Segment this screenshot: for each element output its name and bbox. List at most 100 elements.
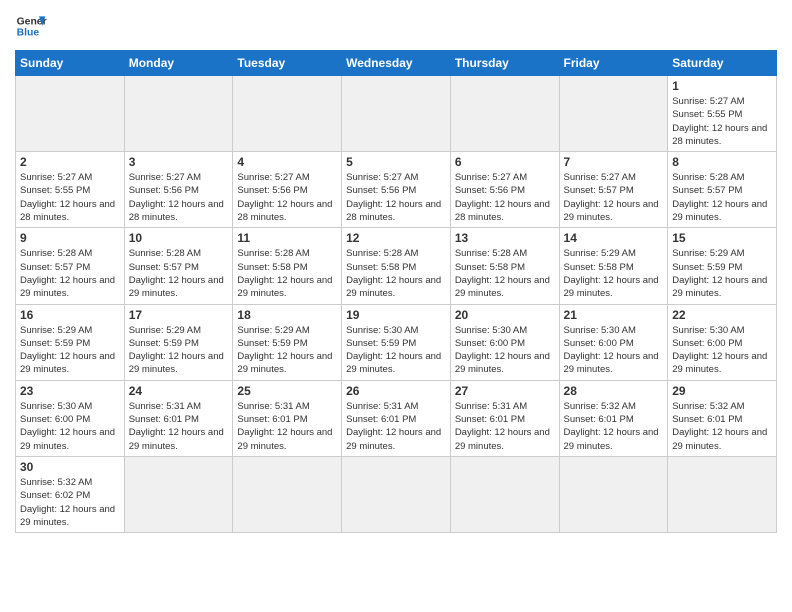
calendar-cell: 27 Sunrise: 5:31 AMSunset: 6:01 PMDayligh… xyxy=(450,380,559,456)
day-number: 16 xyxy=(20,308,120,322)
svg-text:Blue: Blue xyxy=(17,28,40,39)
calendar-cell: 18Sunrise: 5:29 AMSunset: 5:59 PMDayligh… xyxy=(233,304,342,380)
calendar-cell: 19Sunrise: 5:30 AMSunset: 5:59 PMDayligh… xyxy=(342,304,451,380)
day-info: Sunrise: 5:28 AMSunset: 5:58 PMDaylight:… xyxy=(237,247,337,300)
day-info: Sunrise: 5:31 AMSunset: 6:01 PMDaylight:… xyxy=(346,400,446,453)
day-number: 3 xyxy=(129,155,229,169)
day-number: 1 xyxy=(672,79,772,93)
calendar-cell: 12 Sunrise: 5:28 AMSunset: 5:58 PMDayligh… xyxy=(342,228,451,304)
day-info: Sunrise: 5:30 AMSunset: 6:00 PMDaylight:… xyxy=(564,324,664,377)
calendar-cell: 3 Sunrise: 5:27 AMSunset: 5:56 PMDaylight… xyxy=(124,152,233,228)
calendar-cell: 26 Sunrise: 5:31 AMSunset: 6:01 PMDayligh… xyxy=(342,380,451,456)
day-number: 24 xyxy=(129,384,229,398)
calendar-cell: 9Sunrise: 5:28 AMSunset: 5:57 PMDaylight… xyxy=(16,228,125,304)
calendar-cell xyxy=(124,456,233,532)
calendar-cell: 29 Sunrise: 5:32 AMSunset: 6:01 PMDayligh… xyxy=(668,380,777,456)
day-info: Sunrise: 5:30 AMSunset: 6:00 PMDaylight:… xyxy=(20,400,120,453)
header-sunday: Sunday xyxy=(16,51,125,76)
calendar-cell: 21 Sunrise: 5:30 AMSunset: 6:00 PMDayligh… xyxy=(559,304,668,380)
day-number: 23 xyxy=(20,384,120,398)
calendar-cell: 11 Sunrise: 5:28 AMSunset: 5:58 PMDayligh… xyxy=(233,228,342,304)
week-row-4: 16 Sunrise: 5:29 AMSunset: 5:59 PMDayligh… xyxy=(16,304,777,380)
calendar-cell xyxy=(668,456,777,532)
generalblue-logo-icon: General Blue xyxy=(15,10,47,42)
calendar-cell: 1Sunrise: 5:27 AMSunset: 5:55 PMDaylight… xyxy=(668,76,777,152)
calendar-cell: 13 Sunrise: 5:28 AMSunset: 5:58 PMDayligh… xyxy=(450,228,559,304)
day-number: 4 xyxy=(237,155,337,169)
day-number: 6 xyxy=(455,155,555,169)
day-info: Sunrise: 5:32 AMSunset: 6:01 PMDaylight:… xyxy=(672,400,772,453)
day-info: Sunrise: 5:28 AMSunset: 5:57 PMDaylight:… xyxy=(129,247,229,300)
day-number: 10 xyxy=(129,231,229,245)
day-info: Sunrise: 5:29 AMSunset: 5:59 PMDaylight:… xyxy=(672,247,772,300)
calendar-cell xyxy=(450,76,559,152)
week-row-2: 2Sunrise: 5:27 AMSunset: 5:55 PMDaylight… xyxy=(16,152,777,228)
header-wednesday: Wednesday xyxy=(342,51,451,76)
calendar-cell: 17 Sunrise: 5:29 AMSunset: 5:59 PMDayligh… xyxy=(124,304,233,380)
day-info: Sunrise: 5:30 AMSunset: 6:00 PMDaylight:… xyxy=(455,324,555,377)
day-number: 14 xyxy=(564,231,664,245)
day-number: 27 xyxy=(455,384,555,398)
day-info: Sunrise: 5:28 AMSunset: 5:58 PMDaylight:… xyxy=(455,247,555,300)
day-number: 13 xyxy=(455,231,555,245)
day-number: 21 xyxy=(564,308,664,322)
day-info: Sunrise: 5:29 AMSunset: 5:58 PMDaylight:… xyxy=(564,247,664,300)
day-number: 8 xyxy=(672,155,772,169)
day-info: Sunrise: 5:28 AMSunset: 5:57 PMDaylight:… xyxy=(20,247,120,300)
calendar-cell: 6 Sunrise: 5:27 AMSunset: 5:56 PMDaylight… xyxy=(450,152,559,228)
calendar-cell: 10 Sunrise: 5:28 AMSunset: 5:57 PMDayligh… xyxy=(124,228,233,304)
calendar-cell: 23 Sunrise: 5:30 AMSunset: 6:00 PMDayligh… xyxy=(16,380,125,456)
calendar-cell xyxy=(124,76,233,152)
day-number: 20 xyxy=(455,308,555,322)
calendar-table: SundayMondayTuesdayWednesdayThursdayFrid… xyxy=(15,50,777,533)
calendar-cell: 14 Sunrise: 5:29 AMSunset: 5:58 PMDayligh… xyxy=(559,228,668,304)
day-number: 29 xyxy=(672,384,772,398)
week-row-3: 9Sunrise: 5:28 AMSunset: 5:57 PMDaylight… xyxy=(16,228,777,304)
day-number: 5 xyxy=(346,155,446,169)
day-number: 17 xyxy=(129,308,229,322)
day-info: Sunrise: 5:29 AMSunset: 5:59 PMDaylight:… xyxy=(129,324,229,377)
day-info: Sunrise: 5:27 AMSunset: 5:56 PMDaylight:… xyxy=(129,171,229,224)
logo: General Blue xyxy=(15,10,47,42)
day-info: Sunrise: 5:31 AMSunset: 6:01 PMDaylight:… xyxy=(455,400,555,453)
header-thursday: Thursday xyxy=(450,51,559,76)
calendar-cell: 5Sunrise: 5:27 AMSunset: 5:56 PMDaylight… xyxy=(342,152,451,228)
day-info: Sunrise: 5:30 AMSunset: 5:59 PMDaylight:… xyxy=(346,324,446,377)
calendar-cell: 24Sunrise: 5:31 AMSunset: 6:01 PMDayligh… xyxy=(124,380,233,456)
week-row-6: 30 Sunrise: 5:32 AMSunset: 6:02 PMDayligh… xyxy=(16,456,777,532)
calendar-cell: 15 Sunrise: 5:29 AMSunset: 5:59 PMDayligh… xyxy=(668,228,777,304)
header-row: SundayMondayTuesdayWednesdayThursdayFrid… xyxy=(16,51,777,76)
day-number: 11 xyxy=(237,231,337,245)
day-info: Sunrise: 5:28 AMSunset: 5:58 PMDaylight:… xyxy=(346,247,446,300)
calendar-cell xyxy=(559,456,668,532)
header-saturday: Saturday xyxy=(668,51,777,76)
day-info: Sunrise: 5:27 AMSunset: 5:57 PMDaylight:… xyxy=(564,171,664,224)
day-info: Sunrise: 5:32 AMSunset: 6:02 PMDaylight:… xyxy=(20,476,120,529)
header-friday: Friday xyxy=(559,51,668,76)
day-number: 30 xyxy=(20,460,120,474)
calendar-cell: 2Sunrise: 5:27 AMSunset: 5:55 PMDaylight… xyxy=(16,152,125,228)
header-monday: Monday xyxy=(124,51,233,76)
calendar-cell xyxy=(342,76,451,152)
day-info: Sunrise: 5:29 AMSunset: 5:59 PMDaylight:… xyxy=(237,324,337,377)
day-info: Sunrise: 5:29 AMSunset: 5:59 PMDaylight:… xyxy=(20,324,120,377)
day-number: 12 xyxy=(346,231,446,245)
day-number: 15 xyxy=(672,231,772,245)
header: General Blue xyxy=(15,10,777,42)
week-row-1: 1Sunrise: 5:27 AMSunset: 5:55 PMDaylight… xyxy=(16,76,777,152)
header-tuesday: Tuesday xyxy=(233,51,342,76)
day-number: 25 xyxy=(237,384,337,398)
day-number: 7 xyxy=(564,155,664,169)
calendar-cell xyxy=(16,76,125,152)
day-info: Sunrise: 5:27 AMSunset: 5:56 PMDaylight:… xyxy=(455,171,555,224)
calendar-cell: 4Sunrise: 5:27 AMSunset: 5:56 PMDaylight… xyxy=(233,152,342,228)
day-number: 26 xyxy=(346,384,446,398)
calendar-cell xyxy=(342,456,451,532)
day-number: 2 xyxy=(20,155,120,169)
calendar-cell: 8Sunrise: 5:28 AMSunset: 5:57 PMDaylight… xyxy=(668,152,777,228)
day-info: Sunrise: 5:30 AMSunset: 6:00 PMDaylight:… xyxy=(672,324,772,377)
day-info: Sunrise: 5:31 AMSunset: 6:01 PMDaylight:… xyxy=(237,400,337,453)
calendar-cell: 25 Sunrise: 5:31 AMSunset: 6:01 PMDayligh… xyxy=(233,380,342,456)
calendar-cell xyxy=(233,76,342,152)
week-row-5: 23 Sunrise: 5:30 AMSunset: 6:00 PMDayligh… xyxy=(16,380,777,456)
